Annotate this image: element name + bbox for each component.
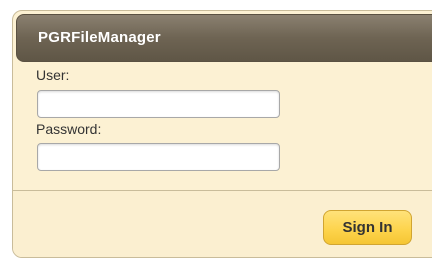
user-label: User: [36,67,70,83]
password-input[interactable] [37,143,280,171]
login-dialog: PGRFileManager User: Password: Sign In [12,10,432,258]
user-input[interactable] [37,90,280,118]
footer-divider [13,190,432,191]
sign-in-button[interactable]: Sign In [323,210,412,245]
dialog-titlebar: PGRFileManager [16,14,432,62]
dialog-title: PGRFileManager [38,29,161,46]
password-label: Password: [36,121,102,137]
